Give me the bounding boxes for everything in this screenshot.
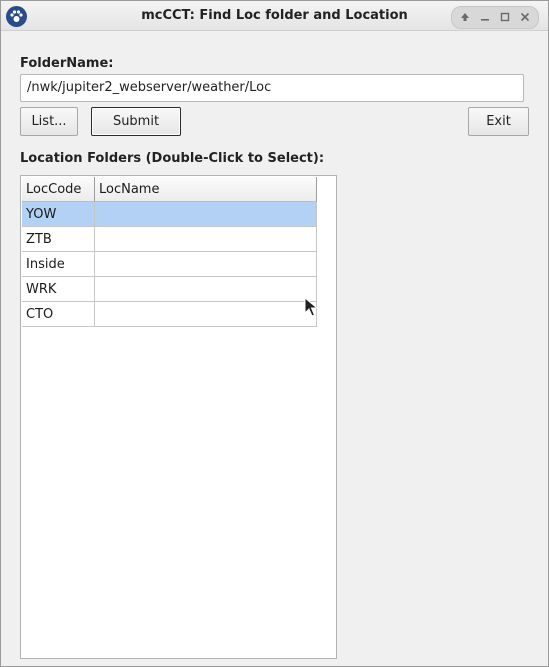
mouse-pointer-icon — [304, 296, 319, 321]
title-bar[interactable]: mcCCT: Find Loc folder and Location — [1, 1, 548, 31]
loccode-cell: CTO — [22, 302, 95, 327]
loccode-cell: WRK — [22, 277, 95, 302]
table-label: Location Folders (Double-Click to Select… — [20, 151, 325, 166]
column-header-locname[interactable]: LocName — [95, 177, 317, 202]
window-maximize-icon[interactable] — [495, 8, 515, 27]
locname-cell — [95, 252, 317, 277]
window-close-icon[interactable] — [515, 8, 535, 27]
table-header: LocCode LocName — [22, 177, 317, 202]
locname-cell — [95, 202, 317, 227]
locname-cell — [95, 227, 317, 252]
locname-cell — [95, 277, 317, 302]
window-up-icon[interactable] — [455, 8, 475, 27]
location-folders-table[interactable]: LocCode LocName YOW ZTB Inside WRK CTO — [20, 175, 337, 659]
folder-name-label: FolderName: — [20, 56, 114, 71]
table-row[interactable]: YOW — [22, 202, 317, 227]
table-row[interactable]: ZTB — [22, 227, 317, 252]
loccode-cell: Inside — [22, 252, 95, 277]
table-row[interactable]: CTO — [22, 302, 317, 327]
column-header-loccode[interactable]: LocCode — [22, 177, 95, 202]
submit-button[interactable]: Submit — [91, 107, 181, 136]
exit-button[interactable]: Exit — [468, 107, 529, 136]
table-row[interactable]: WRK — [22, 277, 317, 302]
window-minimize-icon[interactable] — [475, 8, 495, 27]
app-window: mcCCT: Find Loc folder and Location Fold… — [0, 0, 549, 667]
loccode-cell: ZTB — [22, 227, 95, 252]
list-button[interactable]: List... — [20, 107, 78, 136]
window-controls — [451, 6, 539, 29]
folder-name-input[interactable]: /nwk/jupiter2_webserver/weather/Loc — [20, 74, 524, 102]
table-row[interactable]: Inside — [22, 252, 317, 277]
loccode-cell: YOW — [22, 202, 95, 227]
locname-cell — [95, 302, 317, 327]
